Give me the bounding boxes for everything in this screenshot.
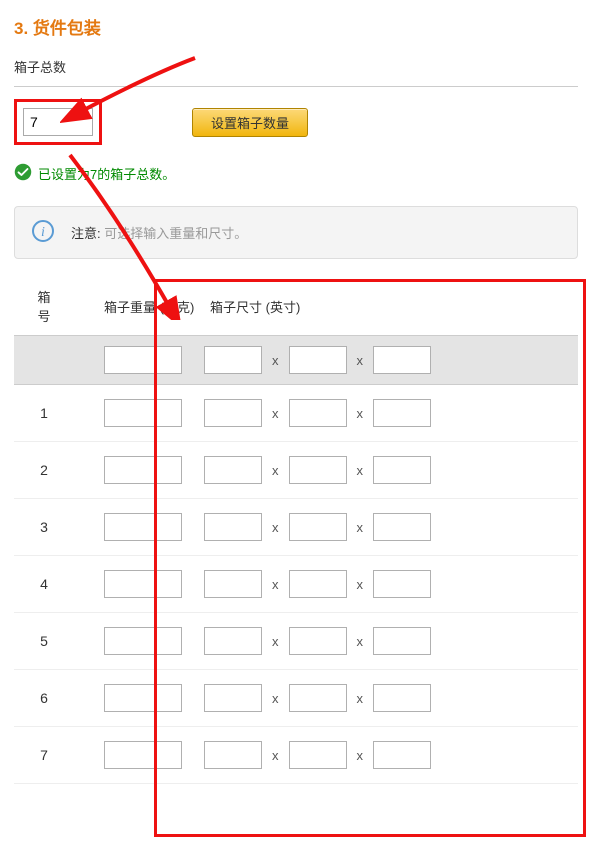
dimension-separator: x (357, 577, 364, 592)
box-dimension-input[interactable] (289, 513, 347, 541)
box-total-label: 箱子总数 (14, 57, 578, 76)
dimension-separator: x (272, 353, 279, 368)
box-dimension-input[interactable] (373, 399, 431, 427)
box-dimension-input[interactable] (204, 513, 262, 541)
box-dimension-input[interactable] (204, 684, 262, 712)
table-row: 3xx (14, 499, 578, 556)
table-row: 1xx (14, 385, 578, 442)
table-template-row: xx (14, 335, 578, 385)
row-number: 5 (14, 633, 74, 649)
row-inputs: xx (74, 570, 431, 598)
info-box: i 注意: 可选择输入重量和尺寸。 (14, 206, 578, 259)
box-dimension-input[interactable] (204, 570, 262, 598)
info-icon: i (31, 219, 71, 246)
table-row: 4xx (14, 556, 578, 613)
row-number: 2 (14, 462, 74, 478)
dimension-separator: x (357, 520, 364, 535)
box-weight-input[interactable] (104, 684, 182, 712)
dimension-separator: x (357, 463, 364, 478)
dimension-separator: x (357, 406, 364, 421)
table-row: 7xx (14, 727, 578, 784)
table-row: 2xx (14, 442, 578, 499)
header-box-dimensions: 箱子尺寸 (英寸) (204, 297, 300, 316)
set-box-count-button[interactable]: 设置箱子数量 (192, 108, 308, 137)
dimension-separator: x (272, 406, 279, 421)
info-note-text: 可选择输入重量和尺寸。 (104, 226, 247, 241)
row-number: 3 (14, 519, 74, 535)
box-dimension-input[interactable] (289, 570, 347, 598)
annotation-highlight-box-count (14, 99, 102, 145)
dimension-separator: x (272, 691, 279, 706)
box-dimension-input[interactable] (204, 346, 262, 374)
box-weight-input[interactable] (104, 399, 182, 427)
section-title: 3. 货件包装 (14, 14, 578, 39)
dimension-separator: x (357, 353, 364, 368)
box-weight-input[interactable] (104, 741, 182, 769)
header-box-number: 箱 号 (14, 287, 74, 325)
box-count-input[interactable] (23, 108, 93, 136)
box-dimension-input[interactable] (204, 627, 262, 655)
dimension-separator: x (272, 463, 279, 478)
dimension-separator: x (357, 691, 364, 706)
box-dimension-input[interactable] (204, 741, 262, 769)
box-dimension-input[interactable] (289, 399, 347, 427)
row-inputs: xx (74, 513, 431, 541)
row-inputs: xx (74, 684, 431, 712)
box-dimension-input[interactable] (289, 627, 347, 655)
info-note-label: 注意: (71, 226, 101, 241)
box-weight-input[interactable] (104, 456, 182, 484)
box-dimension-input[interactable] (289, 741, 347, 769)
row-inputs: xx (74, 346, 431, 374)
row-number: 7 (14, 747, 74, 763)
box-dimension-input[interactable] (289, 456, 347, 484)
row-inputs: xx (74, 741, 431, 769)
box-dimension-input[interactable] (289, 684, 347, 712)
box-weight-input[interactable] (104, 513, 182, 541)
header-box-weight: 箱子重量 (千克) (74, 297, 204, 316)
row-number: 6 (14, 690, 74, 706)
svg-text:i: i (41, 225, 45, 240)
box-table: 箱 号 箱子重量 (千克) 箱子尺寸 (英寸) xx1xx2xx3xx4xx5x… (14, 281, 578, 784)
row-inputs: xx (74, 456, 431, 484)
dimension-separator: x (272, 748, 279, 763)
table-row: 5xx (14, 613, 578, 670)
box-dimension-input[interactable] (373, 513, 431, 541)
info-text: 注意: 可选择输入重量和尺寸。 (71, 223, 247, 242)
divider (14, 86, 578, 87)
box-dimension-input[interactable] (373, 684, 431, 712)
dimension-separator: x (272, 520, 279, 535)
dimension-separator: x (357, 634, 364, 649)
row-inputs: xx (74, 627, 431, 655)
box-dimension-input[interactable] (373, 570, 431, 598)
dimension-separator: x (272, 577, 279, 592)
box-weight-input[interactable] (104, 570, 182, 598)
box-dimension-input[interactable] (373, 346, 431, 374)
table-row: 6xx (14, 670, 578, 727)
row-number: 1 (14, 405, 74, 421)
success-check-icon (14, 163, 38, 184)
box-weight-input[interactable] (104, 627, 182, 655)
dimension-separator: x (272, 634, 279, 649)
box-dimension-input[interactable] (373, 741, 431, 769)
success-message: 已设置为7的箱子总数。 (38, 164, 175, 183)
row-inputs: xx (74, 399, 431, 427)
box-dimension-input[interactable] (373, 627, 431, 655)
box-dimension-input[interactable] (204, 456, 262, 484)
box-dimension-input[interactable] (204, 399, 262, 427)
box-weight-input[interactable] (104, 346, 182, 374)
box-dimension-input[interactable] (373, 456, 431, 484)
row-number: 4 (14, 576, 74, 592)
box-dimension-input[interactable] (289, 346, 347, 374)
dimension-separator: x (357, 748, 364, 763)
